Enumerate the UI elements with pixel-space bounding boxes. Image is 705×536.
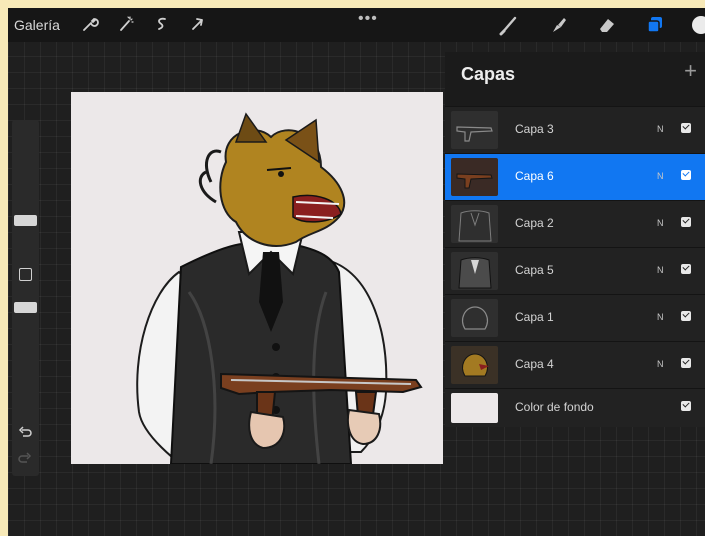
layer-row[interactable]: Capa 6 N (445, 153, 705, 201)
blend-mode-button[interactable]: N (657, 171, 664, 181)
layer-name: Capa 3 (515, 122, 554, 136)
artwork-illustration (136, 112, 423, 465)
top-toolbar: Galería ••• (8, 8, 705, 42)
layer-thumbnail (451, 299, 498, 337)
layer-row[interactable]: Capa 1 N (445, 294, 705, 342)
visibility-checkbox[interactable] (681, 358, 691, 368)
layer-thumbnail (451, 346, 498, 384)
blend-mode-button[interactable]: N (657, 359, 664, 369)
magic-wand-icon[interactable] (116, 15, 136, 35)
layers-panel-title: Capas (461, 64, 516, 84)
layer-row[interactable]: Capa 5 N (445, 247, 705, 295)
visibility-checkbox[interactable] (681, 217, 691, 227)
gallery-button[interactable]: Galería (14, 17, 60, 33)
visibility-checkbox[interactable] (681, 311, 691, 321)
brush-icon[interactable] (498, 14, 520, 36)
background-color-row[interactable]: Color de fondo (445, 388, 705, 427)
layer-thumbnail (451, 111, 498, 149)
more-options-button[interactable]: ••• (358, 10, 378, 28)
wrench-icon[interactable] (80, 15, 100, 35)
visibility-checkbox[interactable] (681, 264, 691, 274)
layer-name: Color de fondo (515, 400, 594, 414)
visibility-checkbox[interactable] (681, 170, 691, 180)
procreate-app: Galería ••• Capas + Capa 3 N Capa 6 N Ca… (8, 8, 705, 536)
add-layer-button[interactable]: + (684, 58, 697, 84)
layer-thumbnail (451, 205, 498, 243)
eraser-icon[interactable] (596, 14, 618, 36)
layer-thumbnail (451, 158, 498, 196)
layer-name: Capa 6 (515, 169, 554, 183)
layer-row[interactable]: Capa 4 N (445, 341, 705, 389)
brush-sidebar (12, 120, 39, 476)
layer-name: Capa 1 (515, 310, 554, 324)
visibility-checkbox[interactable] (681, 123, 691, 133)
visibility-checkbox[interactable] (681, 401, 691, 411)
brush-opacity-slider[interactable] (14, 302, 37, 313)
redo-icon[interactable] (18, 452, 32, 469)
layer-row[interactable]: Capa 3 N (445, 106, 705, 154)
layer-thumbnail (451, 252, 498, 290)
background-color-swatch (451, 393, 498, 423)
color-icon[interactable] (690, 14, 705, 36)
blend-mode-button[interactable]: N (657, 265, 664, 275)
drawing-canvas[interactable] (71, 92, 443, 465)
blend-mode-button[interactable]: N (657, 218, 664, 228)
layer-name: Capa 4 (515, 357, 554, 371)
layers-icon[interactable] (644, 14, 666, 36)
layers-panel: Capas + Capa 3 N Capa 6 N Capa 2 N Capa … (445, 52, 705, 427)
layer-name: Capa 5 (515, 263, 554, 277)
undo-icon[interactable] (18, 426, 32, 443)
modify-button[interactable] (19, 268, 32, 281)
blend-mode-button[interactable]: N (657, 124, 664, 134)
smudge-icon[interactable] (548, 14, 570, 36)
transform-arrow-icon[interactable] (188, 15, 208, 35)
blend-mode-button[interactable]: N (657, 312, 664, 322)
layer-name: Capa 2 (515, 216, 554, 230)
brush-size-slider[interactable] (14, 215, 37, 226)
layer-row[interactable]: Capa 2 N (445, 200, 705, 248)
selection-icon[interactable] (152, 15, 172, 35)
